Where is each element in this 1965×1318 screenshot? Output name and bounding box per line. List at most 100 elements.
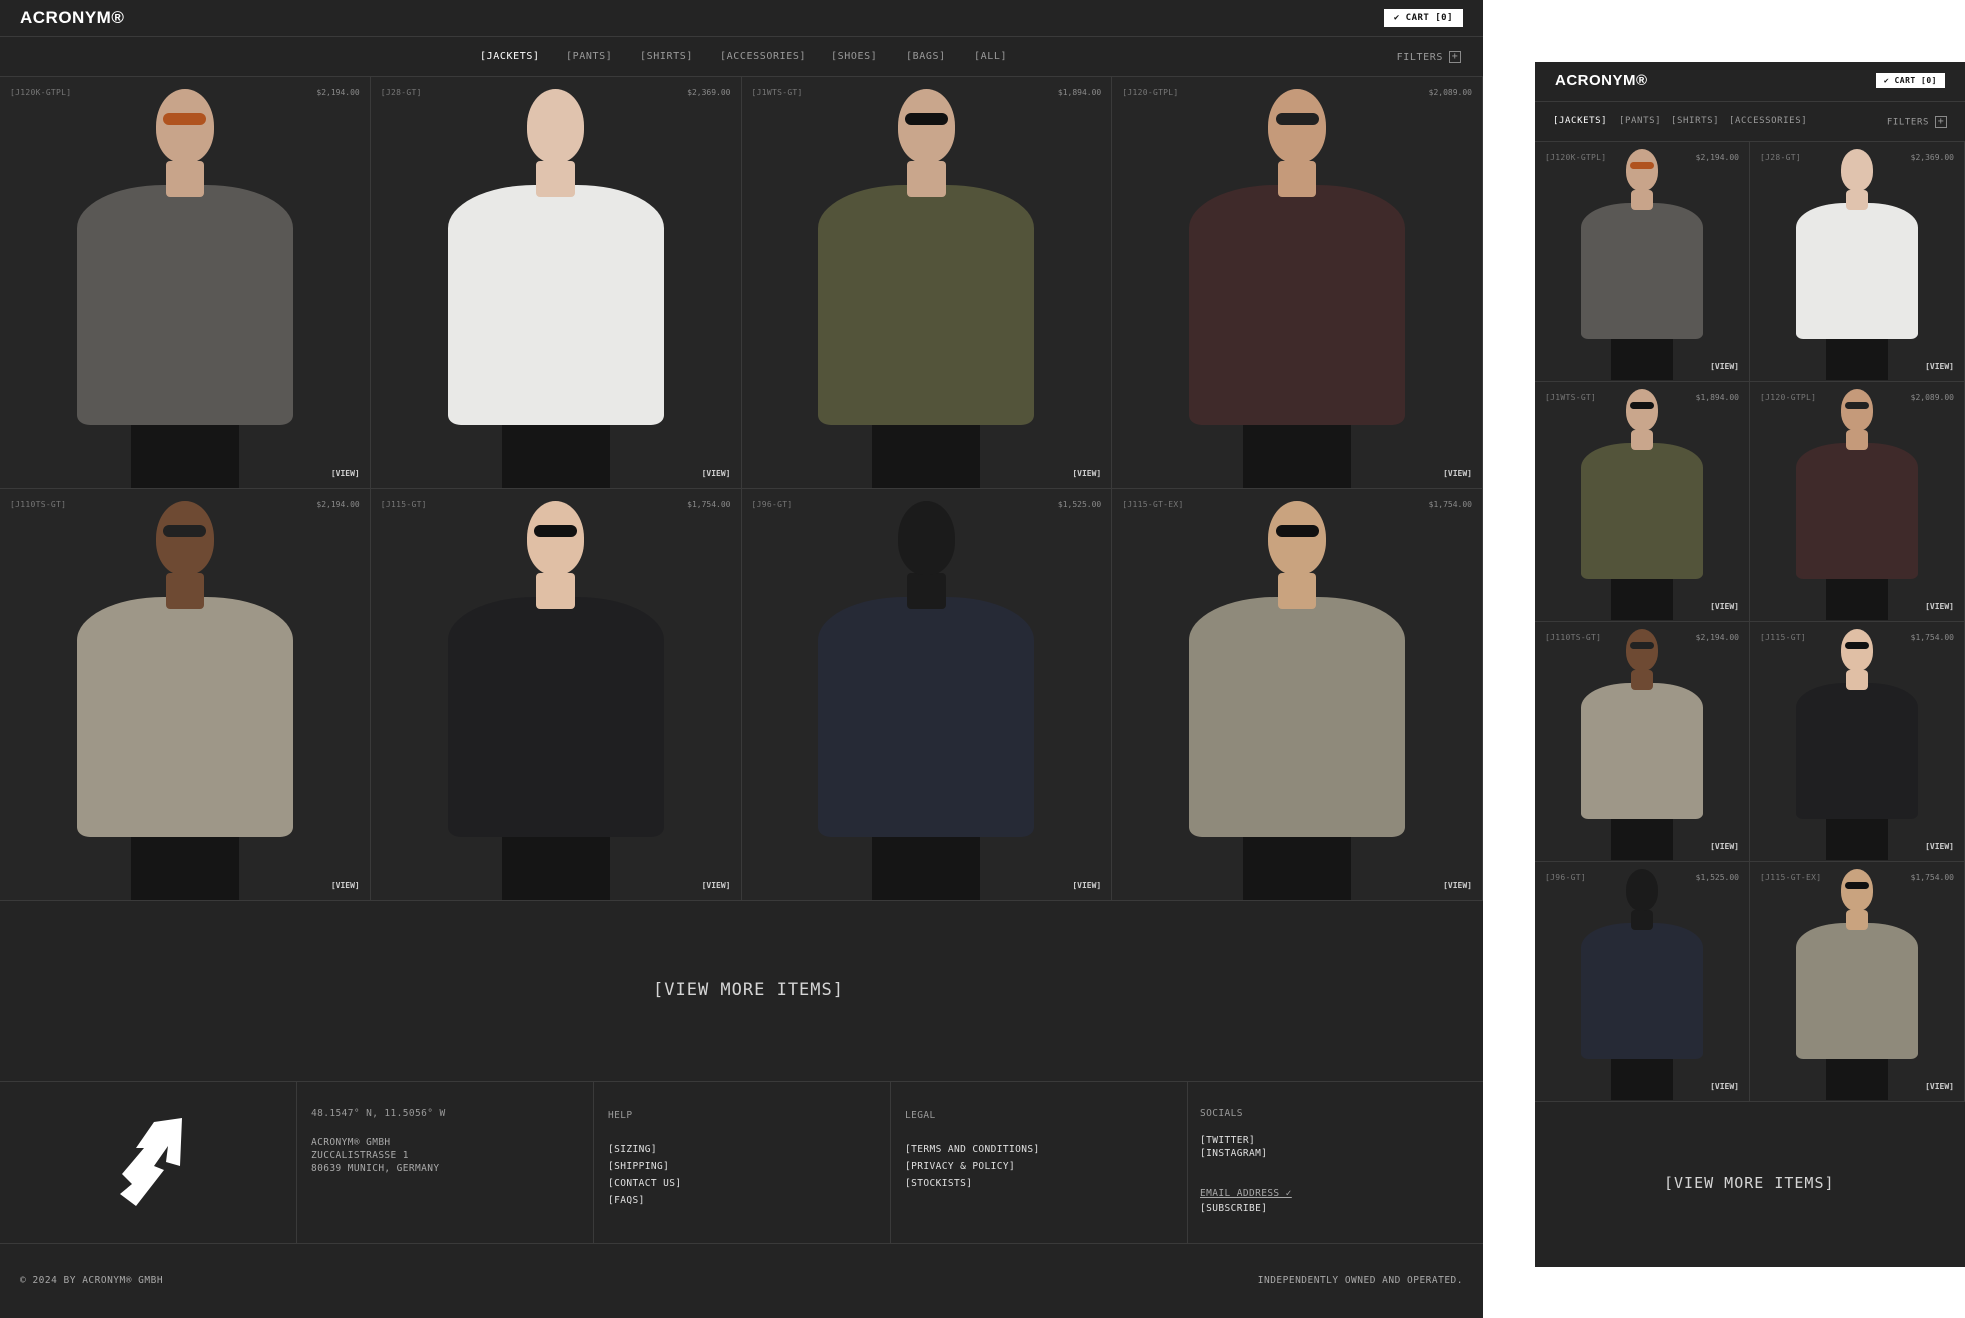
- link-stockists[interactable]: [STOCKISTS]: [905, 1178, 1040, 1189]
- model-neck: [536, 161, 575, 197]
- tab-shirts[interactable]: [SHIRTS]: [640, 51, 693, 62]
- cart-button[interactable]: ✔ CART [0]: [1383, 9, 1463, 27]
- view-product-link[interactable]: [VIEW]: [702, 469, 731, 478]
- link-privacy[interactable]: [PRIVACY & POLICY]: [905, 1161, 1040, 1172]
- view-product-link[interactable]: [VIEW]: [1072, 881, 1101, 890]
- copyright: © 2024 BY ACRONYM® GMBH: [20, 1275, 164, 1286]
- tab-shoes[interactable]: [SHOES]: [831, 51, 877, 62]
- view-product-link[interactable]: [VIEW]: [702, 881, 731, 890]
- model-jacket: [1795, 923, 1919, 1060]
- link-contact-us[interactable]: [CONTACT US]: [608, 1178, 681, 1189]
- product-price: $2,089.00: [1910, 393, 1954, 402]
- mobile-top-bar: ACRONYM® ✔ CART [0]: [1535, 62, 1965, 102]
- mobile-tab-shirts[interactable]: [SHIRTS]: [1671, 116, 1719, 126]
- model-neck: [536, 573, 575, 609]
- brand-logo[interactable]: ACRONYM®: [20, 8, 124, 28]
- link-terms[interactable]: [TERMS AND CONDITIONS]: [905, 1144, 1040, 1155]
- sunglasses-icon: [1844, 882, 1870, 890]
- footer: 48.1547° N, 11.5056° W ACRONYM® GMBH ZUC…: [0, 1081, 1483, 1244]
- view-product-link[interactable]: [VIEW]: [1072, 469, 1101, 478]
- link-twitter[interactable]: [TWITTER]: [1200, 1135, 1267, 1146]
- product-card[interactable]: [J115-GT] $1,754.00 [VIEW]: [370, 489, 742, 901]
- subscribe-button[interactable]: [SUBSCRIBE]: [1200, 1203, 1267, 1214]
- product-card[interactable]: [J28-GT] $2,369.00 [VIEW]: [370, 77, 742, 489]
- sunglasses-icon: [163, 113, 207, 125]
- mobile-cart-button[interactable]: ✔ CART [0]: [1875, 73, 1945, 88]
- model-figure: [1177, 89, 1417, 488]
- footer-help-column: HELP [SIZING] [SHIPPING] [CONTACT US] [F…: [594, 1082, 891, 1244]
- mobile-tab-pants[interactable]: [PANTS]: [1619, 116, 1661, 126]
- mobile-product-card[interactable]: [J120K-GTPL] $2,194.00 [VIEW]: [1535, 142, 1750, 382]
- model-neck: [1846, 909, 1868, 930]
- email-input[interactable]: EMAIL ADDRESS ✓: [1200, 1188, 1292, 1199]
- mobile-product-card[interactable]: [J96-GT] $1,525.00 [VIEW]: [1535, 862, 1750, 1102]
- view-product-link[interactable]: [VIEW]: [1710, 362, 1739, 371]
- product-price: $2,194.00: [1695, 633, 1739, 642]
- model-figure: [65, 501, 305, 900]
- mobile-product-card[interactable]: [J115-GT] $1,754.00 [VIEW]: [1750, 622, 1965, 862]
- view-product-link[interactable]: [VIEW]: [1925, 1082, 1954, 1091]
- tab-bags[interactable]: [BAGS]: [906, 51, 946, 62]
- mobile-tab-jackets[interactable]: [JACKETS]: [1553, 116, 1607, 126]
- link-sizing[interactable]: [SIZING]: [608, 1144, 681, 1155]
- mobile-brand-logo[interactable]: ACRONYM®: [1555, 72, 1648, 89]
- model-jacket: [1795, 443, 1919, 580]
- tab-pants[interactable]: [PANTS]: [566, 51, 612, 62]
- model-head: [1840, 628, 1874, 671]
- view-product-link[interactable]: [VIEW]: [1710, 842, 1739, 851]
- product-card[interactable]: [J96-GT] $1,525.00 [VIEW]: [741, 489, 1113, 901]
- product-code: [J120-GTPL]: [1760, 393, 1817, 402]
- product-card[interactable]: [J110TS-GT] $2,194.00 [VIEW]: [0, 489, 371, 901]
- mobile-product-card[interactable]: [J110TS-GT] $2,194.00 [VIEW]: [1535, 622, 1750, 862]
- product-grid: [J120K-GTPL] $2,194.00 [VIEW] [J28-GT] $…: [0, 77, 1483, 901]
- sunglasses-icon: [1629, 162, 1655, 170]
- product-code: [J115-GT]: [1760, 633, 1807, 642]
- product-code: [J28-GT]: [1760, 153, 1801, 162]
- brand-mark-icon: [120, 1118, 182, 1206]
- sunglasses-icon: [1629, 402, 1655, 410]
- mobile-view-more-button[interactable]: [VIEW MORE ITEMS]: [1664, 1174, 1835, 1192]
- view-product-link[interactable]: [VIEW]: [1925, 362, 1954, 371]
- mobile-product-card[interactable]: [J28-GT] $2,369.00 [VIEW]: [1750, 142, 1965, 382]
- view-product-link[interactable]: [VIEW]: [1443, 881, 1472, 890]
- product-card[interactable]: [J120K-GTPL] $2,194.00 [VIEW]: [0, 77, 371, 489]
- tab-accessories[interactable]: [ACCESSORIES]: [720, 51, 806, 62]
- legal-heading: LEGAL: [905, 1110, 936, 1121]
- model-neck: [907, 161, 946, 197]
- model-head: [1840, 868, 1874, 911]
- model-figure: [436, 89, 676, 488]
- model-head: [1268, 501, 1326, 576]
- mobile-filters-button[interactable]: FILTERS +: [1887, 116, 1947, 128]
- model-jacket: [1580, 683, 1704, 820]
- product-code: [J96-GT]: [1545, 873, 1586, 882]
- sunglasses-icon: [1844, 642, 1870, 650]
- tab-jackets[interactable]: [JACKETS]: [480, 51, 540, 62]
- model-figure: [1789, 148, 1925, 380]
- model-neck: [1631, 189, 1653, 210]
- mobile-product-card[interactable]: [J120-GTPL] $2,089.00 [VIEW]: [1750, 382, 1965, 622]
- product-card[interactable]: [J120-GTPL] $2,089.00 [VIEW]: [1112, 77, 1483, 489]
- model-jacket: [76, 185, 293, 425]
- view-product-link[interactable]: [VIEW]: [1925, 602, 1954, 611]
- view-product-link[interactable]: [VIEW]: [1710, 1082, 1739, 1091]
- product-card[interactable]: [J115-GT-EX] $1,754.00 [VIEW]: [1112, 489, 1483, 901]
- model-head: [526, 89, 585, 164]
- view-product-link[interactable]: [VIEW]: [331, 469, 360, 478]
- help-heading: HELP: [608, 1110, 633, 1121]
- filters-button[interactable]: FILTERS +: [1397, 51, 1461, 63]
- mobile-product-card[interactable]: [J1WTS-GT] $1,894.00 [VIEW]: [1535, 382, 1750, 622]
- mobile-tab-accessories[interactable]: [ACCESSORIES]: [1729, 116, 1807, 126]
- view-product-link[interactable]: [VIEW]: [1925, 842, 1954, 851]
- link-instagram[interactable]: [INSTAGRAM]: [1200, 1148, 1267, 1159]
- product-card[interactable]: [J1WTS-GT] $1,894.00 [VIEW]: [741, 77, 1113, 489]
- view-more-button[interactable]: [VIEW MORE ITEMS]: [653, 980, 844, 1000]
- mobile-product-card[interactable]: [J115-GT-EX] $1,754.00 [VIEW]: [1750, 862, 1965, 1102]
- product-price: $2,194.00: [316, 500, 360, 509]
- view-product-link[interactable]: [VIEW]: [331, 881, 360, 890]
- link-shipping[interactable]: [SHIPPING]: [608, 1161, 681, 1172]
- view-product-link[interactable]: [VIEW]: [1443, 469, 1472, 478]
- address-line: ACRONYM® GMBH: [311, 1137, 391, 1148]
- tab-all[interactable]: [ALL]: [974, 51, 1007, 62]
- view-product-link[interactable]: [VIEW]: [1710, 602, 1739, 611]
- link-faqs[interactable]: [FAQS]: [608, 1195, 681, 1206]
